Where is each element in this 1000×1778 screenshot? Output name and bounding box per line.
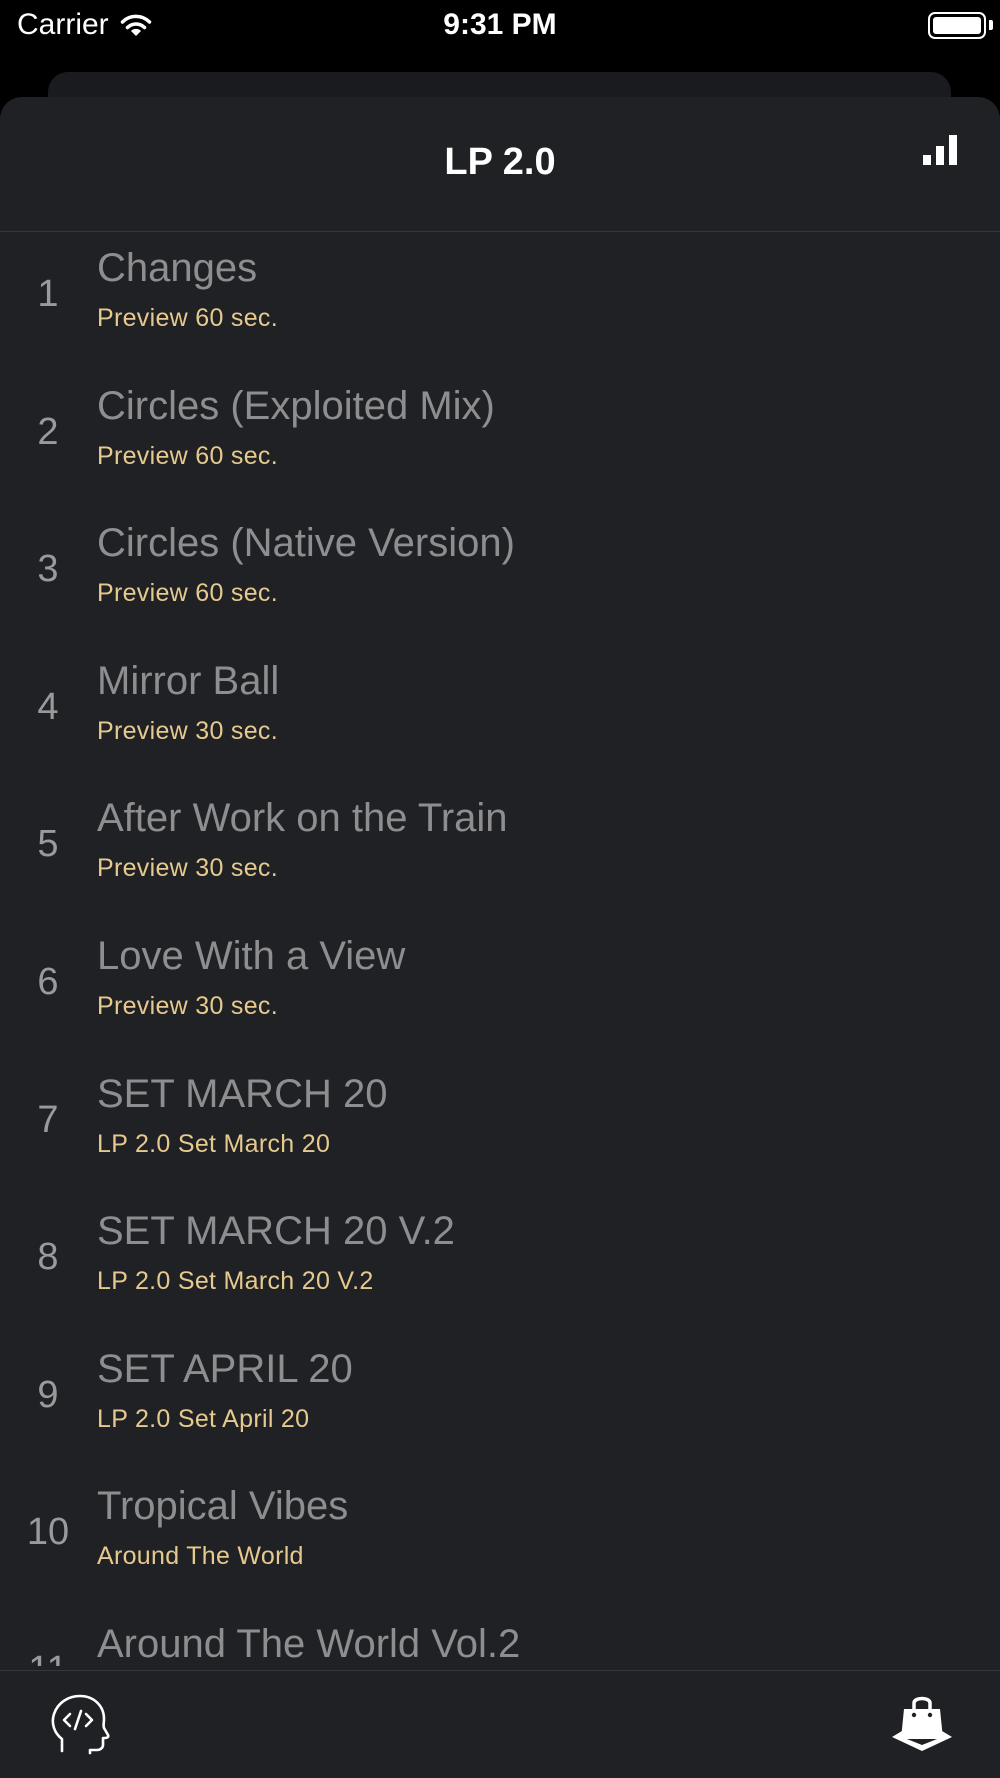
track-number: 4 bbox=[37, 685, 59, 728]
track-number: 9 bbox=[37, 1373, 59, 1416]
track-subtitle: Preview 60 sec. bbox=[97, 579, 278, 608]
track-subtitle: Preview 60 sec. bbox=[97, 304, 278, 332]
battery-icon bbox=[928, 12, 986, 39]
track-row[interactable]: 3 Circles (Native Version) Preview 60 sec. bbox=[0, 508, 1000, 646]
track-title: Circles (Native Version) bbox=[97, 521, 515, 566]
status-time: 9:31 PM bbox=[443, 8, 557, 41]
track-subtitle: Preview 30 sec. bbox=[97, 716, 278, 745]
navigation-bar: LP 2.0 bbox=[0, 97, 1000, 232]
track-number: 1 bbox=[37, 273, 59, 315]
track-row[interactable]: 11Around The World Vol.2 bbox=[0, 1609, 1000, 1666]
track-title: After Work on the Train bbox=[97, 796, 508, 841]
track-subtitle: Preview 30 sec. bbox=[97, 991, 278, 1020]
track-number: 5 bbox=[37, 823, 59, 866]
track-row[interactable]: 10 Tropical Vibes Around The World bbox=[0, 1471, 1000, 1609]
track-subtitle: Preview 30 sec. bbox=[97, 854, 278, 883]
track-row[interactable]: 9 SET APRIL 20 LP 2.0 Set April 20 bbox=[0, 1334, 1000, 1472]
bottom-toolbar bbox=[0, 1670, 1000, 1778]
track-row[interactable]: 5 After Work on the Train Preview 30 sec. bbox=[0, 783, 1000, 921]
track-number: 8 bbox=[37, 1236, 59, 1279]
track-row[interactable]: 7 SET MARCH 20 LP 2.0 Set March 20 bbox=[0, 1059, 1000, 1197]
track-title: SET MARCH 20 bbox=[97, 1071, 388, 1116]
track-list: 1 Changes Preview 60 sec. 2 Circles (Exploit… bbox=[0, 233, 1000, 1666]
album-sheet: LP 2.0 1 Changes Preview 60 sec. 2 Circles (… bbox=[0, 97, 1000, 1778]
track-subtitle: LP 2.0 Set March 20 bbox=[97, 1129, 331, 1158]
shopping-bag-icon[interactable] bbox=[890, 1693, 954, 1757]
battery-tip bbox=[989, 20, 993, 30]
track-subtitle: LP 2.0 Set April 20 bbox=[97, 1404, 310, 1433]
track-title: Love With a View bbox=[97, 933, 406, 978]
track-subtitle: Around The World bbox=[97, 1542, 304, 1571]
track-title: SET APRIL 20 bbox=[97, 1346, 353, 1391]
track-number: 7 bbox=[37, 1098, 59, 1141]
track-subtitle: LP 2.0 Set March 20 V.2 bbox=[97, 1267, 374, 1296]
track-row[interactable]: 4 Mirror Ball Preview 30 sec. bbox=[0, 646, 1000, 784]
track-number: 11 bbox=[0, 1649, 96, 1666]
status-bar: Carrier 9:31 PM bbox=[0, 0, 1000, 56]
track-number: 10 bbox=[26, 1511, 70, 1554]
track-number: 3 bbox=[37, 548, 59, 591]
track-title: SET MARCH 20 V.2 bbox=[97, 1209, 455, 1254]
track-row[interactable]: 6 Love With a View Preview 30 sec. bbox=[0, 921, 1000, 1059]
page-title: LP 2.0 bbox=[444, 141, 556, 183]
track-row[interactable]: 8 SET MARCH 20 V.2 LP 2.0 Set March 20 V.2 bbox=[0, 1196, 1000, 1334]
track-title: Mirror Ball bbox=[97, 658, 280, 703]
track-number: 2 bbox=[37, 410, 59, 453]
track-title: Tropical Vibes bbox=[97, 1484, 349, 1529]
track-title: Changes bbox=[97, 246, 258, 290]
track-title: Around The World Vol.2 bbox=[97, 1621, 521, 1666]
track-subtitle: Preview 60 sec. bbox=[97, 441, 278, 470]
developer-head-icon[interactable] bbox=[48, 1693, 110, 1755]
track-row[interactable]: 2 Circles (Exploited Mix) Preview 60 sec. bbox=[0, 371, 1000, 509]
track-number: 6 bbox=[37, 960, 59, 1003]
track-title: Circles (Exploited Mix) bbox=[97, 383, 495, 428]
track-row[interactable]: 1 Changes Preview 60 sec. bbox=[0, 233, 1000, 371]
bar-chart-icon[interactable] bbox=[923, 135, 957, 165]
